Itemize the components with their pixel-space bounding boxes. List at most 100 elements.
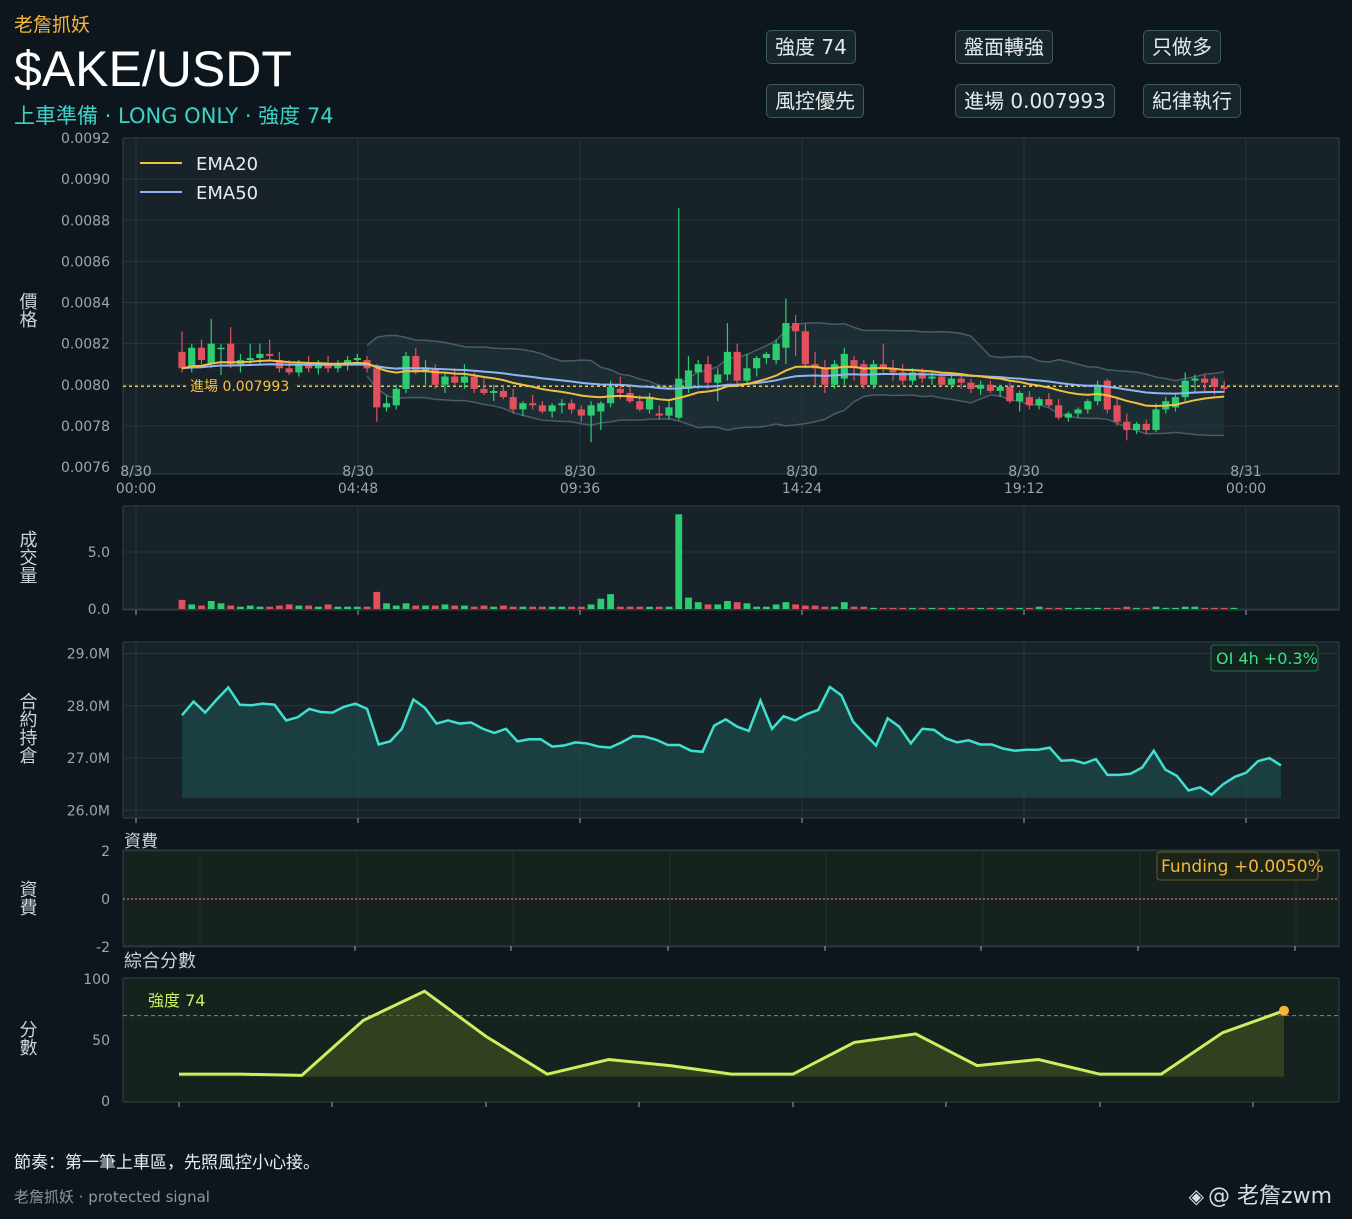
candle-body bbox=[714, 374, 722, 383]
candle-body bbox=[178, 351, 186, 369]
time-tick-date: 8/30 bbox=[120, 464, 151, 480]
oi-tick: 27.0M bbox=[67, 751, 110, 767]
time-tick-date: 8/31 bbox=[1230, 464, 1261, 480]
score-current-dot bbox=[1279, 1005, 1289, 1016]
candle-body bbox=[519, 403, 527, 410]
candle-body bbox=[285, 368, 293, 373]
time-tick-date: 8/30 bbox=[342, 464, 373, 480]
candle-body bbox=[529, 403, 537, 406]
volume-bar bbox=[675, 514, 683, 609]
candle-body bbox=[256, 353, 264, 359]
candle-body bbox=[1084, 401, 1092, 410]
volume-bar bbox=[665, 606, 673, 609]
volume-bar bbox=[1035, 606, 1043, 609]
candle-body bbox=[587, 405, 595, 416]
score-tick: 0 bbox=[101, 1094, 110, 1110]
volume-bar bbox=[1133, 607, 1140, 609]
candle-body bbox=[577, 409, 585, 416]
watermark: ◈ @ 老詹zwm bbox=[1189, 1178, 1332, 1210]
candle-body bbox=[266, 353, 274, 356]
volume-bar bbox=[295, 605, 303, 609]
candle-body bbox=[441, 376, 449, 385]
volume-bar bbox=[256, 606, 264, 609]
volume-bar bbox=[801, 605, 809, 609]
candle-body bbox=[1045, 399, 1053, 406]
candle-body bbox=[996, 386, 1004, 391]
candle-body bbox=[451, 376, 459, 383]
volume-bar bbox=[821, 606, 829, 609]
candle-body bbox=[977, 384, 985, 389]
candle-body bbox=[723, 351, 732, 375]
candle-body bbox=[509, 397, 517, 410]
volume-bar bbox=[1172, 607, 1179, 609]
volume-bar bbox=[1064, 607, 1072, 609]
volume-bar bbox=[1025, 607, 1033, 609]
volume-bar bbox=[714, 604, 722, 609]
volume-bar bbox=[207, 601, 215, 609]
volume-bar bbox=[879, 607, 887, 609]
oi-tick: 28.0M bbox=[67, 699, 110, 715]
score-tick: 100 bbox=[83, 972, 110, 988]
score-title: 綜合分數 bbox=[124, 951, 196, 972]
volume-bar bbox=[987, 607, 994, 609]
volume-bar bbox=[733, 602, 741, 609]
volume-bar bbox=[1103, 607, 1111, 609]
volume-bar bbox=[850, 606, 858, 609]
price-tick: 0.0080 bbox=[61, 378, 110, 394]
time-tick-time: 09:36 bbox=[560, 481, 600, 497]
volume-bar bbox=[1045, 607, 1053, 609]
candle-body bbox=[499, 390, 508, 398]
candle-body bbox=[782, 323, 790, 348]
candle-body bbox=[606, 386, 615, 404]
candle-body bbox=[753, 358, 761, 369]
volume-bar bbox=[996, 607, 1004, 609]
volume-bar bbox=[1201, 607, 1209, 609]
volume-bar bbox=[948, 607, 955, 609]
volume-bar bbox=[1181, 606, 1189, 609]
time-tick-time: 14:24 bbox=[782, 481, 822, 497]
volume-bar bbox=[470, 606, 478, 609]
volume-bar bbox=[724, 601, 731, 609]
volume-bar bbox=[646, 606, 653, 609]
price-tick: 0.0084 bbox=[61, 296, 110, 312]
volume-bar bbox=[870, 607, 877, 609]
volume-bar bbox=[1211, 607, 1218, 609]
volume-bar bbox=[441, 604, 449, 609]
volume-bar bbox=[772, 604, 780, 609]
volume-bar bbox=[285, 604, 293, 609]
candle-body bbox=[1220, 386, 1228, 389]
volume-bar bbox=[860, 606, 868, 609]
price-tick: 0.0078 bbox=[61, 419, 110, 435]
funding-tick: 2 bbox=[101, 844, 110, 860]
candle-body bbox=[1181, 380, 1189, 398]
volume-bar bbox=[1152, 606, 1160, 609]
candle-body bbox=[792, 323, 800, 332]
volume-bar bbox=[753, 606, 761, 609]
candle-body bbox=[470, 376, 478, 389]
volume-bar bbox=[266, 606, 274, 609]
price-tick: 0.0076 bbox=[61, 460, 110, 476]
volume-bar bbox=[626, 606, 634, 609]
volume-bar bbox=[1113, 607, 1121, 609]
volume-bar bbox=[422, 605, 429, 609]
candle-body bbox=[704, 364, 712, 383]
volume-bar bbox=[1191, 606, 1199, 609]
funding-axis-title: 資費 bbox=[17, 880, 38, 916]
volume-bar bbox=[461, 605, 468, 609]
candle-body bbox=[460, 376, 469, 383]
oi-tick: 26.0M bbox=[67, 803, 110, 819]
oi-change-badge: OI 4h +0.3% bbox=[1216, 649, 1318, 668]
candle-body bbox=[743, 368, 751, 381]
volume-axis-title: 成交量 bbox=[17, 530, 38, 584]
volume-bar bbox=[1055, 607, 1062, 609]
candle-body bbox=[246, 358, 254, 361]
watermark-text: @ 老詹zwm bbox=[1208, 1184, 1332, 1209]
volume-bar bbox=[636, 606, 644, 609]
candle-body bbox=[558, 403, 566, 406]
oi-axis-title: 合約持倉 bbox=[17, 692, 38, 764]
candle-body bbox=[1132, 423, 1141, 430]
volume-bar bbox=[899, 607, 907, 609]
volume-bar bbox=[500, 605, 507, 609]
volume-bar bbox=[217, 603, 225, 609]
candle-body bbox=[373, 368, 381, 408]
